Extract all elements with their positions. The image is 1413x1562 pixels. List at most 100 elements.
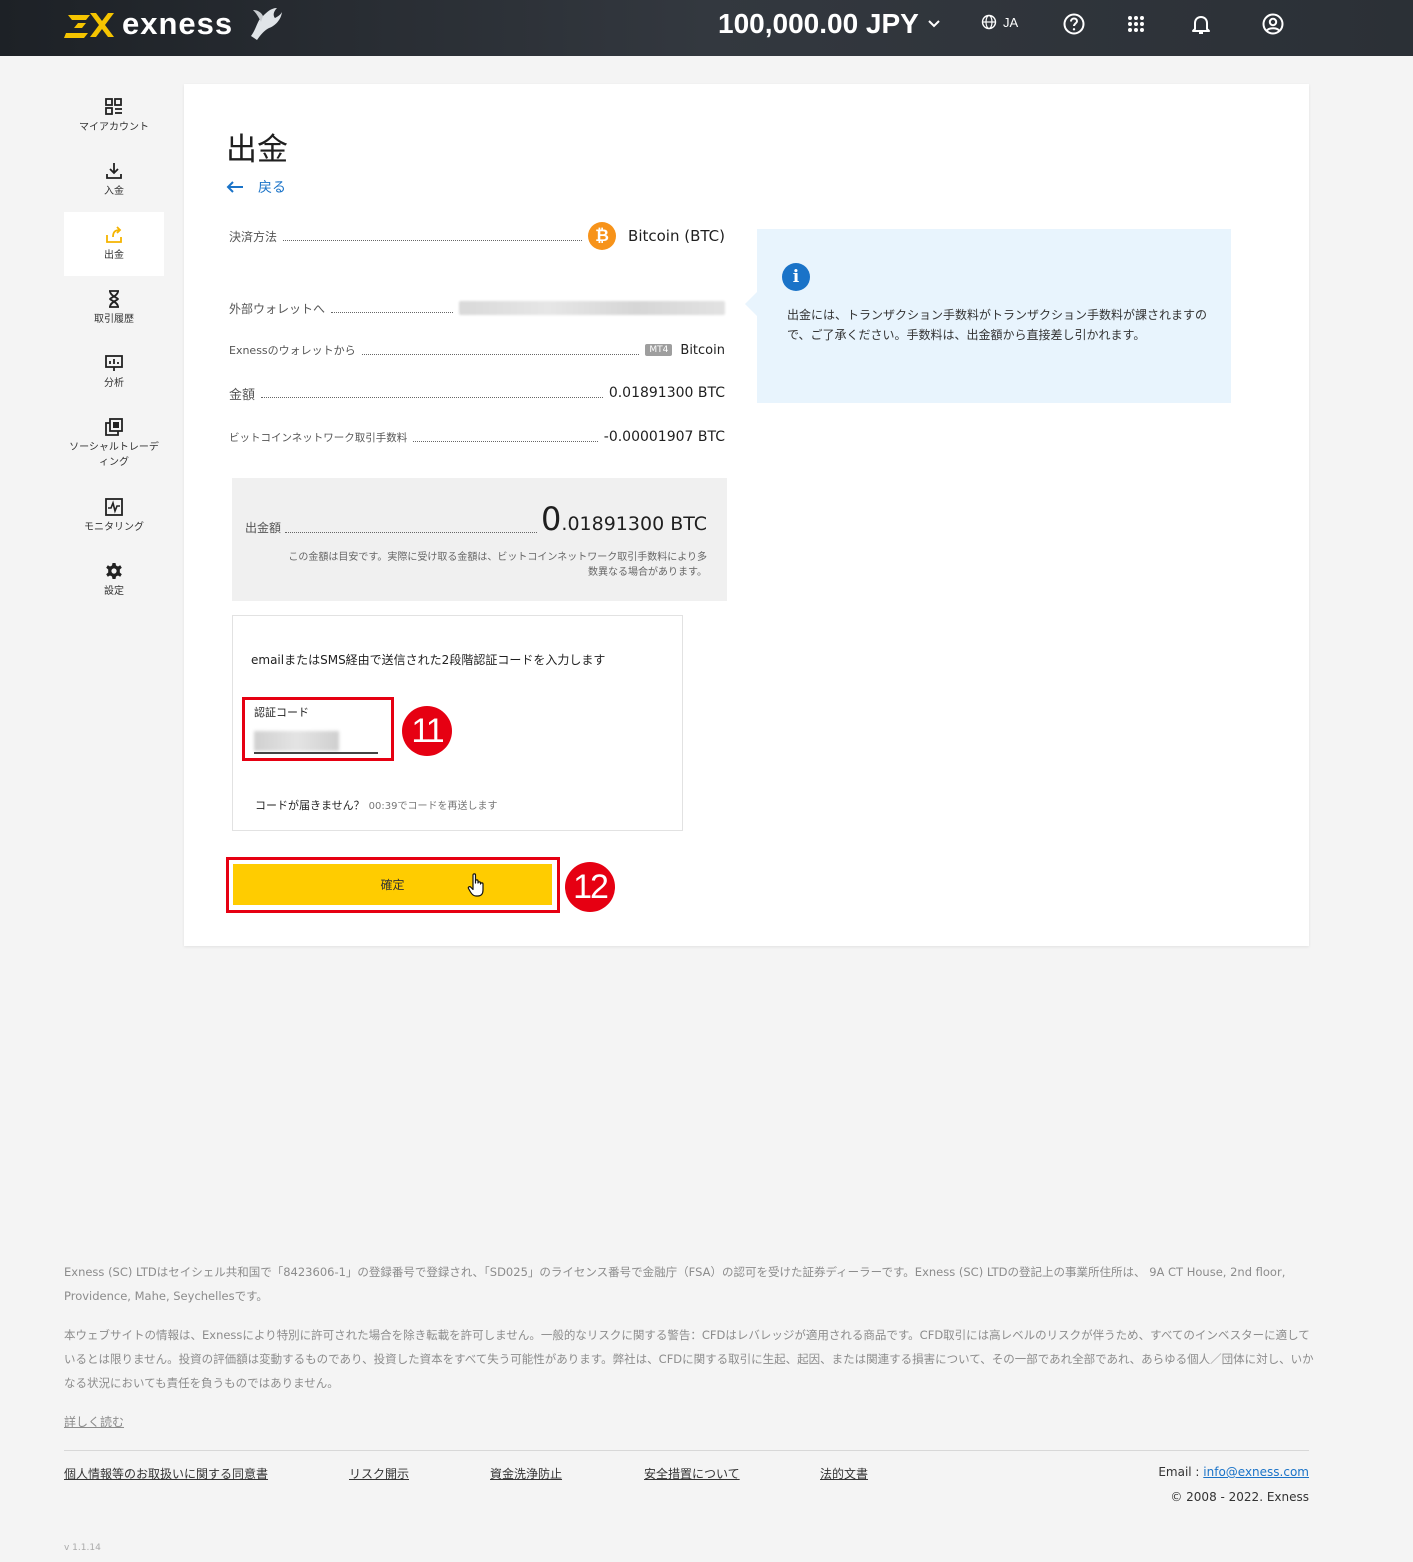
wallet-address-redacted [459, 301, 725, 315]
language-code: JA [1003, 14, 1019, 30]
chevron-down-icon [928, 20, 940, 28]
app-version: v 1.1.14 [64, 1543, 101, 1553]
resend-code-text: コードが届きません？ [255, 799, 365, 812]
footer-link-legal[interactable]: 法的文書 [820, 1465, 868, 1482]
footer-email: Email : info@exness.com [1158, 1465, 1309, 1479]
leader-dots [331, 311, 453, 313]
resend-code-timer[interactable]: 00:39でコードを再送します [369, 801, 498, 812]
withdrawal-amount-int: 0 [541, 500, 562, 538]
footer-link-aml[interactable]: 資金洗浄防止 [490, 1465, 562, 1482]
payment-method-label: 決済方法 [229, 229, 278, 244]
sidebar-item-label: 分析 [104, 377, 124, 389]
destination-wallet-label: 外部ウォレットへ [229, 301, 326, 316]
withdrawal-amount-value: 0.01891300 BTC [541, 500, 707, 538]
withdrawal-amount-line: 出金額 0.01891300 BTC [245, 500, 707, 538]
mt4-badge: MT4 [645, 344, 673, 356]
fee-info-box: i 出金には、トランザクション手数料がトランザクション手数料が課されますので、ご… [757, 229, 1231, 403]
sidebar-item-label: ソーシャルトレーディング [69, 442, 159, 468]
leader-dots [285, 532, 538, 533]
amount-value: 0.01891300 BTC [608, 385, 725, 401]
apps-grid-icon[interactable] [1124, 12, 1148, 36]
sidebar-item-analytics[interactable]: 分析 [64, 340, 164, 404]
sidebar-item-monitoring[interactable]: モニタリング [64, 484, 164, 548]
footer-email-label: Email : [1158, 1465, 1204, 1479]
language-selector[interactable]: JA [981, 14, 1018, 30]
footer-email-link[interactable]: info@exness.com [1203, 1465, 1309, 1479]
footer-legal-registration: Exness (SC) LTDはセイシェル共和国で「8423606-1」の登録番… [64, 1265, 1286, 1303]
hourglass-icon [109, 289, 119, 308]
sidebar-item-my-account[interactable]: マイアカウント [64, 84, 164, 148]
sidebar-item-deposit[interactable]: 入金 [64, 148, 164, 212]
sidebar-item-settings[interactable]: 設定 [64, 548, 164, 612]
analytics-icon [105, 354, 123, 371]
footer-link-security[interactable]: 安全措置について [644, 1465, 740, 1482]
annotation-step-badge: 12 [565, 862, 615, 912]
sidebar-item-withdraw[interactable]: 出金 [64, 212, 164, 276]
sidebar-nav: マイアカウント 入金 出金 取引履歴 分析 ソーシャルトレーディング モニタリン… [64, 84, 164, 612]
withdrawal-amount-label: 出金額 [245, 521, 282, 535]
info-icon: i [782, 263, 810, 291]
leader-dots [413, 440, 598, 442]
bitcoin-icon: ₿ [588, 222, 617, 250]
network-fee-label: ビットコインネットワーク取引手数料 [229, 431, 408, 444]
source-wallet-value: Bitcoin [680, 342, 725, 358]
payment-method-row: 決済方法 ₿ Bitcoin (BTC) [229, 220, 725, 252]
sidebar-item-label: 出金 [104, 249, 124, 261]
destination-wallet-row: 外部ウォレットへ [229, 298, 725, 318]
source-wallet-label: Exnessのウォレットから [229, 344, 356, 357]
hand-pointer-icon [467, 873, 484, 897]
annotation-step-badge: 11 [402, 706, 452, 756]
gear-icon [106, 562, 122, 579]
network-fee-row: ビットコインネットワーク取引手数料 -0.00001907 BTC [229, 427, 725, 447]
leader-dots [361, 353, 640, 355]
info-box-pointer [745, 292, 757, 316]
exness-logo-mark-icon [64, 13, 114, 38]
exness-logo[interactable]: exness [64, 6, 283, 42]
payment-method-value: Bitcoin (BTC) [628, 227, 725, 245]
annotation-highlight-confirm [226, 857, 560, 913]
leader-dots [283, 239, 583, 241]
footer-risk-warning: 本ウェブサイトの情報は、Exnessにより特別に許可された場合を除き転載を許可し… [64, 1328, 1314, 1390]
sidebar-item-label: マイアカウント [79, 121, 149, 133]
amount-row: 金額 0.01891300 BTC [229, 383, 725, 403]
sidebar-item-social-trading[interactable]: ソーシャルトレーディング [64, 404, 164, 484]
source-wallet-row: Exnessのウォレットから MT4 Bitcoin [229, 340, 725, 360]
annotation-highlight-code [242, 697, 394, 761]
bell-icon[interactable] [1189, 12, 1213, 36]
read-more-link[interactable]: 詳しく読む [64, 1413, 124, 1430]
resend-code-row: コードが届きません？ 00:39でコードを再送します [255, 797, 498, 813]
deposit-icon [106, 162, 122, 179]
back-label: 戻る [258, 180, 286, 196]
back-link[interactable]: 戻る [226, 177, 286, 197]
user-profile-icon[interactable] [1261, 12, 1285, 36]
leader-dots [261, 396, 603, 398]
dove-icon [251, 8, 283, 40]
footer-copyright: © 2008 - 2022. Exness [1170, 1490, 1309, 1504]
arrow-left-icon [226, 181, 243, 193]
page-title: 出金 [226, 132, 288, 168]
sidebar-item-label: モニタリング [84, 521, 144, 533]
account-balance-dropdown[interactable]: 100,000.00 JPY [718, 8, 941, 40]
sidebar-item-history[interactable]: 取引履歴 [64, 276, 164, 340]
footer-link-risk-disclosure[interactable]: リスク開示 [349, 1465, 409, 1482]
copy-icon [105, 418, 123, 436]
withdrawal-amount-rest: .01891300 BTC [561, 513, 707, 535]
withdraw-icon [106, 225, 122, 243]
sidebar-item-label: 入金 [104, 185, 124, 197]
fee-info-text: 出金には、トランザクション手数料がトランザクション手数料が課されますので、ご了承… [787, 308, 1208, 342]
globe-icon [981, 14, 997, 30]
amount-label: 金額 [229, 387, 256, 403]
balance-value: 100,000.00 JPY [718, 8, 919, 39]
network-fee-value: -0.00001907 BTC [603, 429, 725, 445]
footer-link-privacy[interactable]: 個人情報等のお取扱いに関する同意書 [64, 1465, 268, 1482]
help-icon[interactable] [1062, 12, 1086, 36]
dashboard-icon [105, 97, 122, 115]
two-factor-prompt: emailまたはSMS経由で送信された2段階認証コードを入力します [251, 653, 606, 667]
sidebar-item-label: 設定 [104, 585, 124, 597]
top-bar: exness 100,000.00 JPY JA [0, 0, 1413, 56]
monitoring-icon [105, 497, 123, 516]
withdrawal-summary: 出金額 0.01891300 BTC この金額は目安です。実際に受け取る金額は、… [232, 478, 727, 601]
brand-wordmark: exness [122, 6, 234, 41]
withdrawal-amount-note: この金額は目安です。実際に受け取る金額は、ビットコインネットワーク取引手数料によ… [288, 552, 707, 578]
footer-divider [64, 1450, 1309, 1451]
